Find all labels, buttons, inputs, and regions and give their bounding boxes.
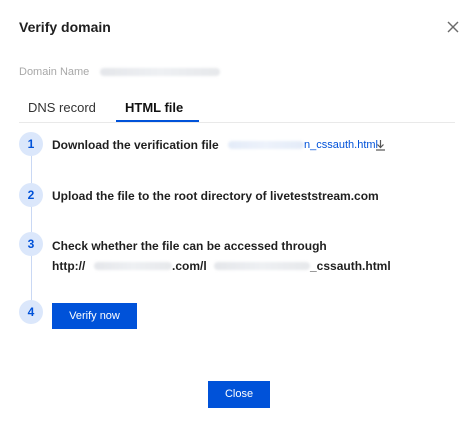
active-tab-indicator [116, 120, 199, 122]
verify-domain-dialog: Verify domain Domain Name DNS record HTM… [0, 0, 474, 425]
tab-dns-record[interactable]: DNS record [28, 100, 96, 121]
step-3-text: Check whether the file can be accessed t… [52, 239, 327, 253]
step-3-number: 3 [19, 232, 43, 256]
check-url-middle: .com/l [172, 259, 207, 273]
check-url-prefix: http:// [52, 259, 86, 273]
tab-html-file[interactable]: HTML file [125, 100, 183, 121]
verification-method-tabs: DNS record HTML file [19, 100, 455, 123]
close-icon[interactable] [443, 17, 463, 37]
step-1-number: 1 [19, 132, 43, 156]
domain-name-value-redacted [100, 68, 220, 76]
verify-now-button[interactable]: Verify now [52, 303, 137, 329]
check-url-path-redacted [214, 262, 310, 270]
step-2-number: 2 [19, 183, 43, 207]
step-4-number: 4 [19, 300, 43, 324]
check-url-host-redacted [94, 262, 172, 270]
dialog-title: Verify domain [19, 19, 111, 35]
step-2-text: Upload the file to the root directory of… [52, 189, 379, 203]
verification-file-link[interactable]: n_cssauth.html [304, 139, 378, 151]
steps-timeline-line [31, 145, 32, 313]
check-url-suffix: _cssauth.html [310, 259, 391, 273]
download-icon[interactable] [375, 138, 386, 151]
step-1-text: Download the verification file [52, 138, 219, 152]
verification-file-name-redacted [228, 141, 304, 149]
close-button[interactable]: Close [208, 381, 270, 408]
domain-name-label: Domain Name [19, 66, 90, 78]
